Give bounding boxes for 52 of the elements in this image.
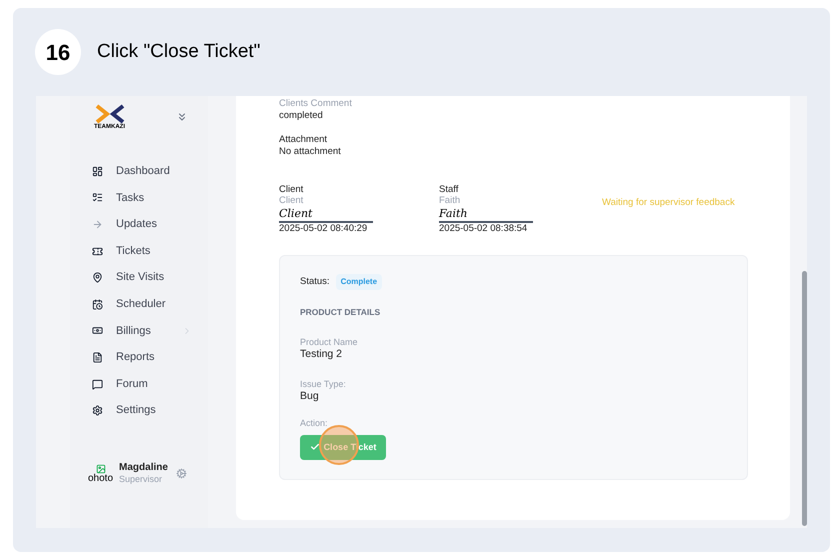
field-value: Bug: [300, 390, 320, 404]
field-value: Testing 2: [300, 348, 344, 361]
step-title: Click "Close Ticket": [97, 40, 260, 64]
sidebar-item[interactable]: Updates: [70, 211, 208, 238]
detail-label: Attachment: [279, 134, 328, 146]
document-icon: [92, 352, 103, 363]
status-badge: Complete: [336, 274, 382, 290]
section-heading: PRODUCT DETAILS: [300, 306, 382, 319]
sidebar-item[interactable]: Tasks: [70, 184, 208, 212]
sidebar-item[interactable]: Scheduler: [70, 290, 208, 318]
banknote-icon: [92, 325, 103, 336]
ticket-icon: [92, 246, 103, 257]
sidebar-item[interactable]: Site Visits: [70, 264, 208, 291]
calendar-icon: [92, 298, 103, 310]
detail-label: Clients Comment: [279, 98, 353, 110]
list-icon: [92, 192, 103, 204]
status-label: Status:: [300, 274, 330, 289]
check-icon: [310, 442, 320, 452]
detail-value: No attachment: [279, 146, 342, 158]
collapse-chevron-icon[interactable]: [176, 111, 188, 123]
sidebar-item[interactable]: Settings: [70, 397, 208, 424]
step-number: 16: [35, 29, 81, 75]
broken-image-icon: [96, 464, 106, 474]
sidebar-item[interactable]: Billings: [70, 318, 208, 344]
settings-icon: [92, 405, 103, 416]
signature-heading: Client: [279, 184, 304, 196]
signature-time: 2025-05-02 08:40:29: [279, 223, 368, 235]
detail-value: completed: [279, 110, 324, 122]
scrollbar-thumb[interactable]: [802, 271, 807, 526]
dashboard-icon: [92, 166, 103, 177]
signer-name: Client: [279, 195, 304, 208]
signature-heading: Staff: [439, 184, 460, 196]
field-label: Product Name: [300, 336, 359, 348]
signature: Client: [279, 207, 373, 223]
avatar-alt-text: ohoto: [88, 474, 114, 484]
sidebar-item[interactable]: Reports: [70, 344, 208, 371]
arrow-icon: [92, 218, 103, 230]
status-note: Waiting for supervisor feedback: [602, 196, 735, 210]
action-label: Action:: [300, 417, 329, 430]
settings-icon[interactable]: [176, 468, 187, 480]
sidebar-item[interactable]: Forum: [70, 370, 208, 398]
signature-time: 2025-05-02 08:38:54: [439, 223, 528, 235]
signer-name: Faith: [439, 195, 462, 208]
map-pin-icon: [92, 272, 103, 284]
user-role: Supervisor: [119, 474, 164, 486]
signature: Faith: [439, 207, 533, 223]
field-label: Issue Type:: [300, 379, 347, 390]
user-name: Magdaline: [119, 462, 168, 474]
sidebar-item[interactable]: Tickets: [70, 238, 208, 264]
logo-mark-icon: [94, 104, 124, 124]
chat-icon: [92, 378, 103, 390]
sidebar-item[interactable]: Dashboard: [70, 158, 208, 185]
